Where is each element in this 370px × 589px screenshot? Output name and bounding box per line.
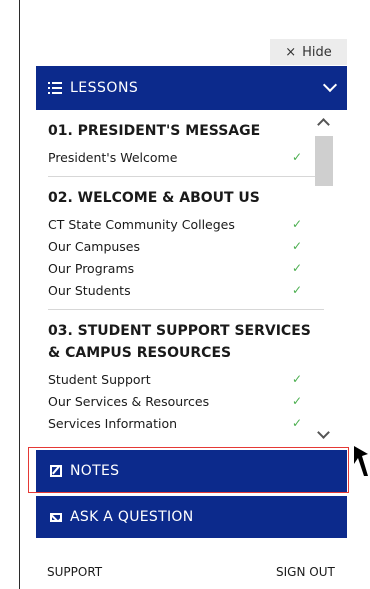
lesson-item-label: Services Information (48, 415, 178, 431)
panel-border (19, 0, 20, 589)
lesson-item[interactable]: Our Services & Resources ✓ (48, 390, 302, 412)
lesson-item-label: Student Support (48, 371, 151, 387)
check-icon: ✓ (291, 150, 302, 164)
lesson-item[interactable]: Our Students ✓ (48, 279, 302, 301)
lesson-list: 01. PRESIDENT'S MESSAGE President's Welc… (36, 110, 347, 446)
lesson-item-label: Our Programs (48, 260, 135, 276)
notes-button[interactable]: NOTES (36, 450, 347, 492)
lessons-header[interactable]: LESSONS (36, 66, 347, 110)
edit-icon (50, 465, 62, 477)
lesson-item[interactable]: Our Campuses ✓ (48, 235, 302, 257)
lesson-item-label: Our Campuses (48, 238, 141, 254)
lesson-item[interactable]: Services Information ✓ (48, 412, 302, 434)
support-link[interactable]: SUPPORT (47, 565, 102, 579)
scroll-up-icon[interactable] (317, 118, 330, 131)
lesson-item-label: CT State Community Colleges (48, 216, 235, 232)
check-icon: ✓ (291, 372, 302, 386)
scroll-thumb[interactable] (315, 136, 333, 186)
check-icon: ✓ (291, 261, 302, 275)
hide-button-label: Hide (302, 44, 332, 60)
lesson-section: 02. WELCOME & ABOUT US CT State Communit… (36, 177, 347, 310)
check-icon: ✓ (291, 217, 302, 231)
sign-out-link[interactable]: SIGN OUT (276, 565, 335, 579)
lessons-header-label: LESSONS (70, 80, 139, 96)
lesson-item[interactable]: Student Support ✓ (48, 368, 302, 390)
lesson-item-label: President's Welcome (48, 149, 178, 165)
lesson-item[interactable]: Our Programs ✓ (48, 257, 302, 279)
section-title: 03. STUDENT SUPPORT SERVICES & CAMPUS RE… (48, 323, 311, 361)
mail-icon (50, 512, 62, 522)
ask-question-button[interactable]: ASK A QUESTION (36, 496, 347, 538)
notes-button-label: NOTES (70, 463, 120, 479)
pointer-arrow-icon (354, 446, 368, 476)
section-title: 02. WELCOME & ABOUT US (48, 190, 260, 206)
scrollbar[interactable] (313, 110, 335, 446)
lesson-item-label: Our Services & Resources (48, 393, 210, 409)
section-title: 01. PRESIDENT'S MESSAGE (48, 123, 261, 139)
check-icon: ✓ (291, 416, 302, 430)
ask-question-label: ASK A QUESTION (70, 509, 194, 525)
lesson-item[interactable]: CT State Community Colleges ✓ (48, 213, 302, 235)
lesson-item[interactable]: President's Welcome ✓ (48, 146, 302, 168)
list-icon (48, 82, 62, 94)
lesson-item-label: Our Students (48, 282, 131, 298)
check-icon: ✓ (291, 283, 302, 297)
chevron-down-icon[interactable] (322, 77, 338, 93)
check-icon: ✓ (291, 239, 302, 253)
hide-button[interactable]: × Hide (270, 39, 347, 65)
close-icon: × (285, 44, 297, 60)
check-icon: ✓ (291, 394, 302, 408)
lesson-section: 03. STUDENT SUPPORT SERVICES & CAMPUS RE… (36, 310, 347, 434)
scroll-down-icon[interactable] (317, 426, 330, 439)
lesson-section: 01. PRESIDENT'S MESSAGE President's Welc… (36, 110, 347, 177)
